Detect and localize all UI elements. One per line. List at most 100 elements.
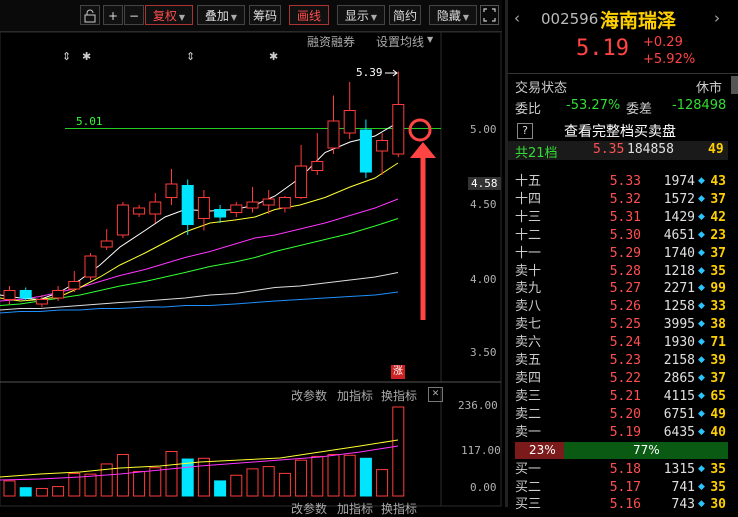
level-volume: 1930 xyxy=(663,335,695,351)
volume-bar xyxy=(214,480,227,497)
order-book-row[interactable]: 买三 5.16 743 ◆ 30 xyxy=(508,495,738,514)
order-book-row[interactable]: 卖六 5.24 1930 ◆ 71 xyxy=(508,333,738,352)
level-label: 买二 xyxy=(515,479,542,495)
simple-button[interactable]: 简约 xyxy=(389,5,421,25)
ma-settings-link[interactable]: 设置均线 xyxy=(376,33,424,50)
order-book-row[interactable]: 卖八 5.26 1258 ◆ 33 xyxy=(508,297,738,316)
total-price: 5.35 xyxy=(593,142,625,157)
diamond-icon: ◆ xyxy=(698,355,705,365)
candle-body xyxy=(197,197,210,219)
order-book-row[interactable]: 十五 5.33 1974 ◆ 43 xyxy=(508,172,738,191)
overlay-dropdown[interactable]: 叠加 ▼ xyxy=(197,5,245,25)
diamond-icon: ◆ xyxy=(698,408,705,419)
level-count: 30 xyxy=(710,497,726,512)
full-order-book-link[interactable]: 查看完整档买卖盘 xyxy=(564,121,676,141)
order-book-row[interactable]: 卖一 5.19 6435 ◆ 40 xyxy=(508,423,738,442)
volume-bar xyxy=(116,454,129,497)
volume-axis-tick: 117.00 xyxy=(461,444,501,457)
toolbar-item-label: 复权 xyxy=(152,9,177,23)
level-label: 卖四 xyxy=(515,370,542,386)
y-axis-tick: 4.00 xyxy=(470,273,497,286)
back-icon[interactable]: ‹ xyxy=(514,9,520,27)
level-count: 35 xyxy=(710,263,726,279)
vol-edit-params-link[interactable]: 改参数 xyxy=(291,387,327,404)
hide-dropdown[interactable]: 隐藏 ▼ xyxy=(429,5,477,25)
candle-body xyxy=(35,299,48,305)
trading-status-value: 休市 xyxy=(696,81,723,96)
level-price: 5.33 xyxy=(609,174,641,189)
lock-icon xyxy=(84,9,96,23)
margin-trading-link[interactable]: 融资融券 xyxy=(307,33,355,50)
order-book-row[interactable]: 卖七 5.25 3995 ◆ 38 xyxy=(508,315,738,334)
order-book-row[interactable]: 买一 5.18 1315 ◆ 35 xyxy=(508,460,738,479)
limit-up-badge: 涨 xyxy=(391,365,405,379)
level-volume: 2158 xyxy=(663,353,695,368)
close-icon[interactable]: ✕ xyxy=(428,387,443,402)
order-book-row[interactable]: 卖四 5.22 2865 ◆ 37 xyxy=(508,369,738,388)
fullscreen-icon[interactable] xyxy=(480,5,499,25)
draw-line-button[interactable]: 画线 xyxy=(289,5,329,25)
order-book-row[interactable]: 十三 5.31 1429 ◆ 42 xyxy=(508,208,738,227)
level-count: 42 xyxy=(710,209,726,225)
weicha-label: 委差 xyxy=(626,102,653,117)
level-price: 5.29 xyxy=(609,245,641,261)
toolbar-item-label: 隐藏 xyxy=(436,9,461,23)
stock-code: 002596 xyxy=(541,10,599,28)
forward-icon[interactable]: › xyxy=(714,9,720,27)
level-count: 37 xyxy=(710,370,726,386)
diamond-icon: ◆ xyxy=(698,464,705,474)
price-chart[interactable]: ⇕ ✱ ⇕ ✱ xyxy=(0,31,502,507)
order-book-row[interactable]: 卖九 5.27 2271 ◆ 99 xyxy=(508,279,738,298)
order-book-row[interactable]: 十二 5.30 4651 ◆ 23 xyxy=(508,226,738,245)
y-axis-tick: 3.50 xyxy=(470,346,497,359)
level-price: 5.28 xyxy=(609,263,641,279)
dropdown-caret-icon: ▼ xyxy=(462,13,470,22)
volume-bar xyxy=(327,454,340,497)
panel-tab-edge[interactable] xyxy=(731,76,738,94)
chips-button[interactable]: 筹码 xyxy=(249,5,281,25)
level-price: 5.27 xyxy=(609,281,641,297)
order-book-row[interactable]: 卖五 5.23 2158 ◆ 39 xyxy=(508,351,738,370)
candle-body xyxy=(327,120,340,149)
level-price: 5.25 xyxy=(609,317,641,333)
order-book-row[interactable]: 卖十 5.28 1218 ◆ 35 xyxy=(508,262,738,281)
volume-bar xyxy=(165,451,178,497)
level-count: 37 xyxy=(710,191,726,207)
diamond-icon: ◆ xyxy=(698,426,705,437)
diamond-icon: ◆ xyxy=(698,390,705,401)
dropdown-caret-icon: ▼ xyxy=(178,13,186,22)
order-book-row[interactable]: 卖三 5.21 4115 ◆ 65 xyxy=(508,387,738,406)
order-book-row[interactable]: 十四 5.32 1572 ◆ 37 xyxy=(508,190,738,209)
total-count: 49 xyxy=(708,142,724,157)
level-volume: 1740 xyxy=(663,245,695,261)
help-icon[interactable]: ? xyxy=(517,123,533,139)
order-book-row[interactable]: 十一 5.29 1740 ◆ 37 xyxy=(508,244,738,263)
level-volume: 4651 xyxy=(663,227,695,243)
candle-body xyxy=(165,183,178,198)
volume-bar xyxy=(3,480,16,497)
volume-bar xyxy=(376,469,389,497)
candlestick-svg: ⇕ ✱ ⇕ ✱ xyxy=(0,31,502,507)
vol-switch-indicator-link[interactable]: 换指标 xyxy=(381,387,417,404)
total-levels-label: 共21档 xyxy=(515,146,558,161)
weibi-label: 委比 xyxy=(515,102,542,117)
bottom-indicator-link[interactable]: 加指标 xyxy=(337,500,373,517)
vol-add-indicator-link[interactable]: 加指标 xyxy=(337,387,373,404)
diamond-icon: ◆ xyxy=(698,176,705,186)
order-book-row[interactable]: 卖二 5.20 6751 ◆ 49 xyxy=(508,405,738,424)
bottom-indicator-link[interactable]: 改参数 xyxy=(291,500,327,517)
candle-body xyxy=(392,104,405,155)
level-volume: 1258 xyxy=(663,299,695,315)
bottom-indicator-link[interactable]: 换指标 xyxy=(381,500,417,517)
zoom-in-button[interactable]: + xyxy=(103,5,123,25)
adjust-dropdown[interactable]: 复权 ▼ xyxy=(145,5,193,25)
lock-button[interactable] xyxy=(80,5,100,25)
diamond-icon: ◆ xyxy=(698,265,705,276)
candle-body xyxy=(262,198,275,206)
order-book-row[interactable]: 买二 5.17 741 ◆ 35 xyxy=(508,478,738,497)
zoom-out-button[interactable]: − xyxy=(124,5,144,25)
total-volume: 184858 xyxy=(627,142,674,157)
display-dropdown[interactable]: 显示 ▼ xyxy=(337,5,385,25)
chart-toolbar: + − 复权 ▼ 叠加 ▼ 筹码 画线 显示 ▼ 简约 隐藏 ▼ xyxy=(0,0,502,32)
annotation-circle-icon xyxy=(408,118,432,142)
